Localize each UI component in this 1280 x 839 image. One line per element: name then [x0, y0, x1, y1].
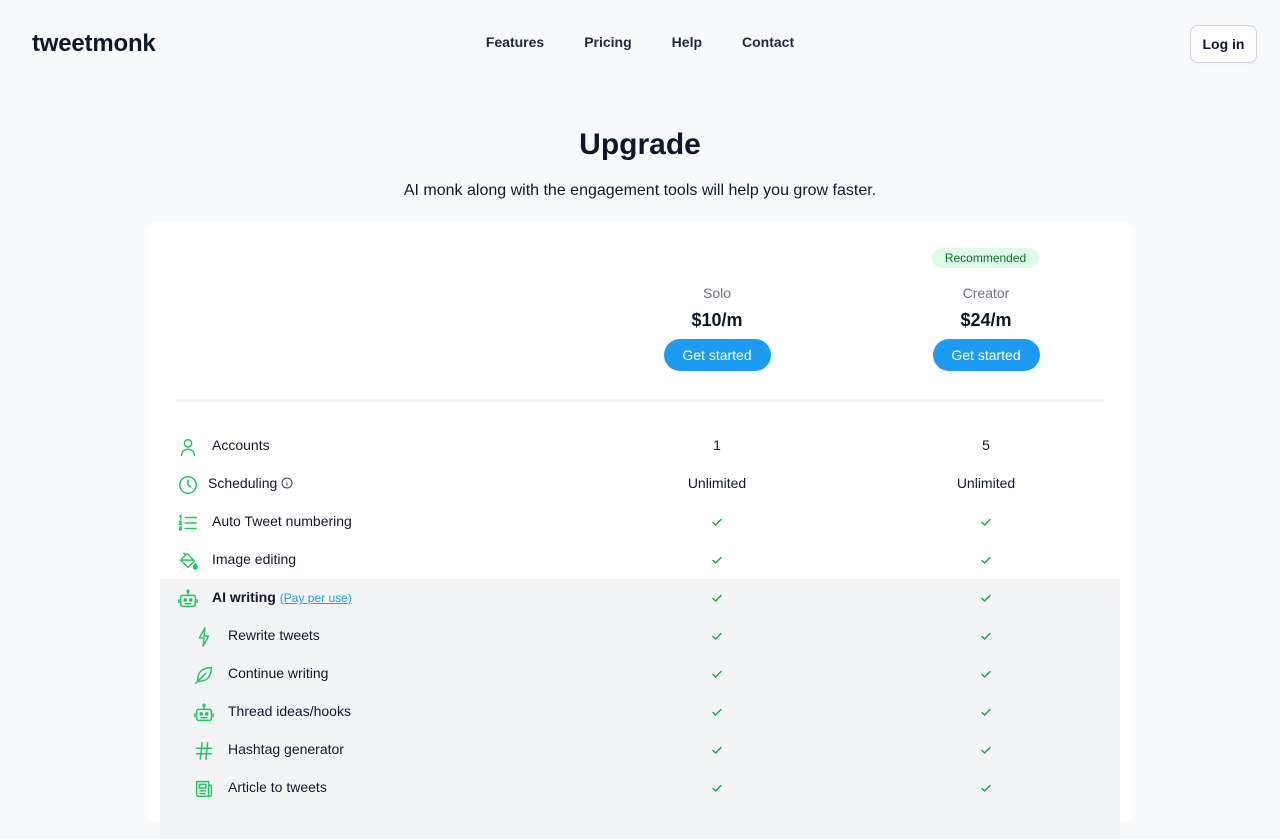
feature-label: Scheduling — [208, 475, 293, 491]
plan-name: Solo — [702, 285, 732, 301]
creator-value: Unlimited — [956, 475, 1016, 491]
solo-value: Unlimited — [687, 475, 747, 491]
nav-help[interactable]: Help — [672, 34, 702, 50]
paint-bucket-icon — [177, 550, 199, 572]
check-icon — [617, 591, 817, 609]
feather-icon — [193, 664, 215, 686]
divider — [176, 399, 1104, 402]
nav-pricing[interactable]: Pricing — [584, 34, 631, 50]
feature-row-rewrite-tweets: Rewrite tweets — [145, 617, 1135, 655]
feature-row-auto-tweet-numbering: Auto Tweet numbering — [145, 503, 1135, 541]
feature-row-article-to-tweets: Article to tweets — [145, 769, 1135, 807]
feature-row-accounts: Accounts 1 5 — [145, 427, 1135, 465]
feature-label: Rewrite tweets — [228, 627, 320, 643]
feature-label-text: Scheduling — [208, 475, 278, 491]
check-icon — [886, 553, 1086, 571]
solo-value: 1 — [713, 437, 721, 453]
feature-label: Image editing — [212, 551, 297, 567]
clock-icon — [177, 474, 199, 496]
creator-value: 5 — [982, 437, 990, 453]
check-icon — [886, 515, 1086, 533]
plan-price: $24/m — [960, 310, 1012, 330]
numbered-list-icon — [177, 512, 199, 534]
lightning-icon — [193, 626, 215, 648]
recommended-badge: Recommended — [932, 248, 1039, 268]
hashtag-icon — [193, 740, 215, 762]
login-button[interactable]: Log in — [1190, 25, 1257, 63]
pay-per-use-link[interactable]: (Pay per use) — [280, 591, 352, 605]
check-icon — [617, 553, 817, 571]
feature-row-thread-ideas: Thread ideas/hooks — [145, 693, 1135, 731]
feature-label: Thread ideas/hooks — [228, 703, 351, 719]
feature-label: AI writing (Pay per use) — [212, 589, 352, 605]
info-icon[interactable] — [281, 476, 293, 489]
check-icon — [886, 629, 1086, 647]
feature-label: Hashtag generator — [228, 741, 344, 757]
robot-icon — [177, 588, 199, 610]
feature-row-image-editing: Image editing — [145, 541, 1135, 579]
check-icon — [886, 667, 1086, 685]
feature-label: Article to tweets — [228, 779, 327, 795]
check-icon — [617, 743, 817, 761]
check-icon — [886, 591, 1086, 609]
check-icon — [886, 781, 1086, 799]
feature-row-ai-writing: AI writing (Pay per use) — [145, 579, 1135, 617]
plan-creator: Creator $24/m Get started — [886, 283, 1086, 371]
feature-label: Accounts — [212, 437, 270, 453]
pricing-card: Recommended Solo $10/m Get started Creat… — [145, 222, 1135, 839]
feature-row-continue-writing: Continue writing — [145, 655, 1135, 693]
solo-get-started-button[interactable]: Get started — [663, 339, 771, 371]
creator-get-started-button[interactable]: Get started — [932, 339, 1040, 371]
feature-row-scheduling: Scheduling Unlimited Unlimited — [145, 465, 1135, 503]
plan-name: Creator — [962, 285, 1010, 301]
check-icon — [617, 629, 817, 647]
plan-solo: Solo $10/m Get started — [617, 283, 817, 371]
site-header: tweetmonk Features Pricing Help Contact … — [0, 0, 1280, 88]
robot-icon — [193, 702, 215, 724]
check-icon — [617, 667, 817, 685]
check-icon — [617, 705, 817, 723]
newspaper-icon — [193, 778, 215, 800]
check-icon — [617, 515, 817, 533]
check-icon — [617, 781, 817, 799]
nav-features[interactable]: Features — [486, 34, 544, 50]
plan-price: $10/m — [691, 310, 743, 330]
feature-label-text: AI writing — [212, 589, 276, 605]
feature-label: Continue writing — [228, 665, 329, 681]
user-icon — [177, 436, 199, 458]
check-icon — [886, 743, 1086, 761]
check-icon — [886, 705, 1086, 723]
page-subtitle: AI monk along with the engagement tools … — [403, 182, 877, 199]
page-title: Upgrade — [579, 128, 701, 161]
nav-contact[interactable]: Contact — [742, 34, 794, 50]
feature-row-hashtag-generator: Hashtag generator — [145, 731, 1135, 769]
feature-label: Auto Tweet numbering — [212, 513, 352, 529]
main-nav: Features Pricing Help Contact — [0, 34, 1280, 50]
